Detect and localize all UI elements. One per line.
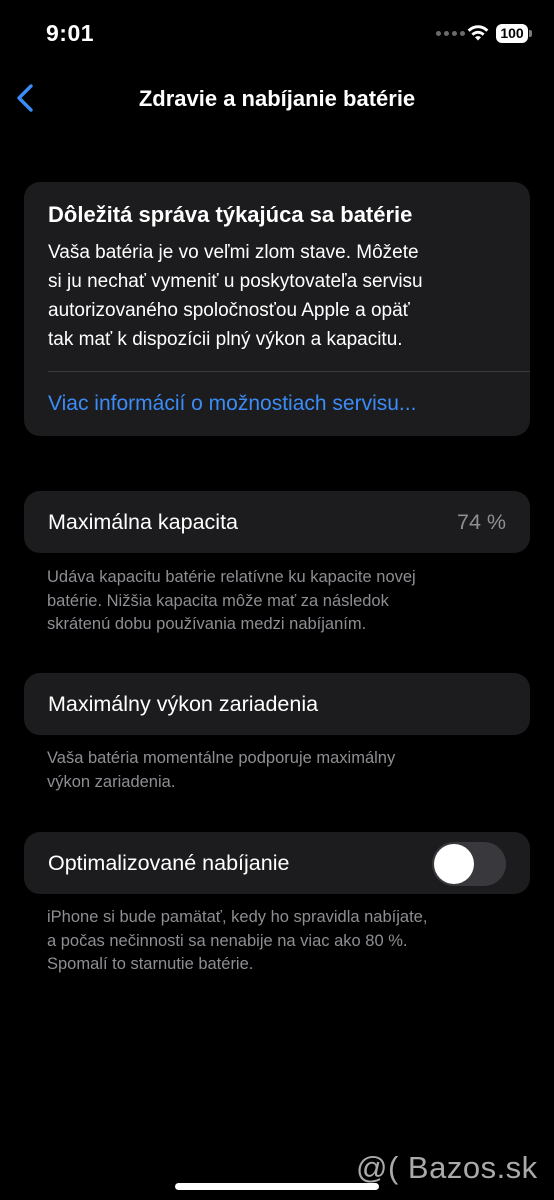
cellular-dots-icon [436,31,465,36]
watermark: @( Bazos.sk [356,1150,538,1185]
alert-line: autorizovaného spoločnosťou Apple a opäť [48,300,410,321]
alert-line: tak mať k dispozícii plný výkon a kapaci… [48,329,403,350]
battery-icon: 100 [496,24,532,43]
alert-body: Vaša batéria je vo veľmi zlom stave. Môž… [48,238,508,354]
battery-alert-card: Dôležitá správa týkajúca sa batérie Vaša… [24,182,530,436]
optimized-charging-label: Optimalizované nabíjanie [48,851,290,875]
footnote-line: Spomalí to starnutie batérie. [47,955,254,973]
optimized-charging-row: Optimalizované nabíjanie [24,832,530,894]
footnote-line: batérie. Nižšia kapacita môže mať za nás… [47,591,389,610]
service-info-link[interactable]: Viac informácií o možnostiach servisu... [48,392,416,416]
optimized-charging-footnote: iPhone si bude pamätať, kedy ho spravidl… [47,906,517,977]
max-capacity-footnote: Udáva kapacitu batérie relatívne ku kapa… [47,566,517,637]
divider [48,371,530,372]
toggle-knob [434,844,474,884]
max-capacity-row: Maximálna kapacita 74 % [24,491,530,553]
alert-title: Dôležitá správa týkajúca sa batérie [48,202,413,227]
footnote-line: a počas nečinnosti sa nenabije na viac a… [47,931,408,950]
alert-line: Vaša batéria je vo veľmi zlom stave. Môž… [48,242,419,263]
wifi-icon [467,25,489,41]
max-capacity-value: 74 % [456,510,506,534]
alert-line: si ju nechať vymeniť u poskytovateľa ser… [48,271,423,292]
optimized-charging-toggle[interactable] [432,842,506,886]
footnote-line: Vaša batéria momentálne podporuje maximá… [47,749,396,767]
battery-level: 100 [496,24,528,43]
navigation-bar: Zdravie a nabíjanie batérie [0,70,554,126]
peak-performance-label: Maximálny výkon zariadenia [48,692,319,716]
peak-performance-footnote: Vaša batéria momentálne podporuje maximá… [47,747,517,794]
footnote-line: výkon zariadenia. [47,772,176,791]
max-capacity-label: Maximálna kapacita [48,510,239,534]
status-bar: 9:01 100 [0,0,554,70]
page-title: Zdravie a nabíjanie batérie [138,86,416,111]
status-time: 9:01 [46,20,95,46]
footnote-line: iPhone si bude pamätať, kedy ho spravidl… [47,908,428,926]
peak-performance-row: Maximálny výkon zariadenia [24,673,530,735]
footnote-line: Udáva kapacitu batérie relatívne ku kapa… [47,568,416,586]
home-indicator[interactable] [175,1183,379,1190]
footnote-line: skrátenú dobu používania medzi nabíjaním… [47,615,367,633]
